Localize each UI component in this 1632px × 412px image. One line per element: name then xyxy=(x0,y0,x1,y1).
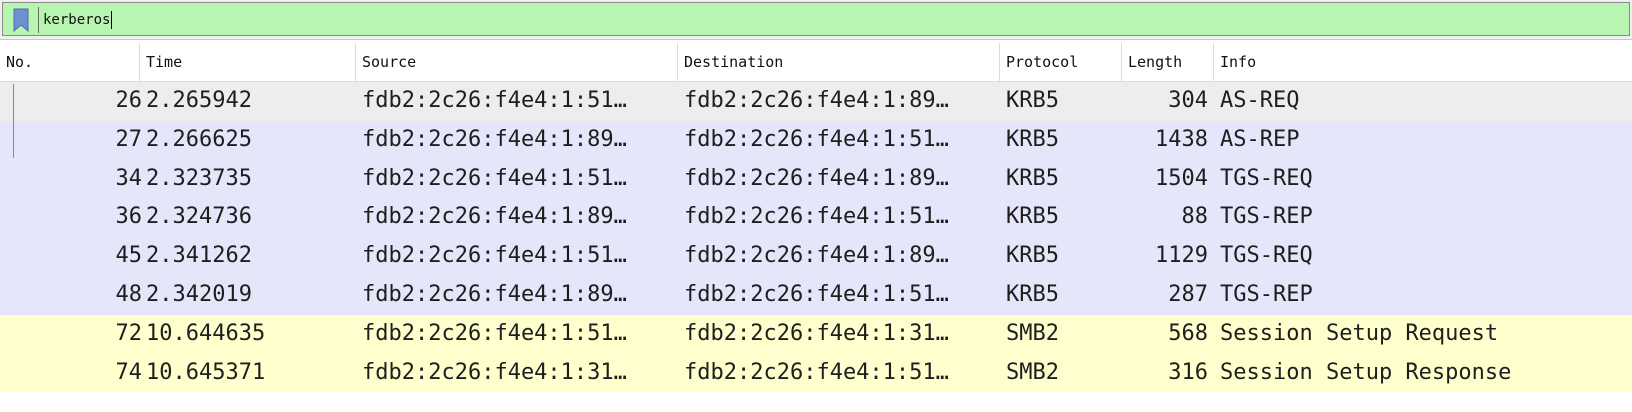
packet-protocol: KRB5 xyxy=(1006,88,1059,113)
packet-length: 1504 xyxy=(1155,165,1208,191)
display-filter-field[interactable]: kerberos xyxy=(2,2,1630,36)
packet-source: fdb2:2c26:f4e4:1:89… xyxy=(362,281,627,307)
packet-row[interactable]: 34 2.323735 fdb2:2c26:f4e4:1:51… fdb2:2c… xyxy=(0,159,1632,199)
packet-time: 2.323735 xyxy=(146,165,252,191)
packet-length: 1438 xyxy=(1155,126,1208,152)
packet-destination: fdb2:2c26:f4e4:1:51… xyxy=(684,126,949,152)
packet-number: 74 xyxy=(115,359,143,385)
column-header-info[interactable]: Info xyxy=(1214,43,1632,81)
packet-source: fdb2:2c26:f4e4:1:51… xyxy=(362,243,627,269)
packet-protocol: SMB2 xyxy=(1006,359,1059,385)
packet-info: AS-REQ xyxy=(1220,88,1300,113)
packet-list-header: No. Time Source Destination Protocol Len… xyxy=(0,43,1632,82)
display-filter-input[interactable]: kerberos xyxy=(43,8,113,32)
packet-source: fdb2:2c26:f4e4:1:51… xyxy=(362,88,627,113)
packet-source: fdb2:2c26:f4e4:1:31… xyxy=(362,359,627,385)
packet-length: 88 xyxy=(1181,204,1209,230)
packet-length: 1129 xyxy=(1155,243,1208,269)
packet-info: TGS-REP xyxy=(1220,281,1313,307)
packet-time: 2.266625 xyxy=(146,126,252,152)
text-caret xyxy=(111,11,113,29)
packet-destination: fdb2:2c26:f4e4:1:89… xyxy=(684,243,949,269)
packet-number: 34 xyxy=(115,165,143,191)
column-header-length[interactable]: Length xyxy=(1122,43,1214,81)
packet-destination: fdb2:2c26:f4e4:1:51… xyxy=(684,281,949,307)
wireshark-packet-list-window: kerberos No. Time Source Destination Pro… xyxy=(0,0,1632,412)
packet-destination: fdb2:2c26:f4e4:1:89… xyxy=(684,88,949,113)
packet-row[interactable]: 72 10.644635 fdb2:2c26:f4e4:1:51… fdb2:2… xyxy=(0,314,1632,354)
packet-row[interactable]: 26 2.265942 fdb2:2c26:f4e4:1:51… fdb2:2c… xyxy=(0,82,1632,121)
packet-length: 316 xyxy=(1168,359,1208,385)
packet-destination: fdb2:2c26:f4e4:1:51… xyxy=(684,204,949,230)
packet-protocol: KRB5 xyxy=(1006,165,1059,191)
column-header-time[interactable]: Time xyxy=(140,43,356,81)
packet-row[interactable]: 74 10.645371 fdb2:2c26:f4e4:1:31… fdb2:2… xyxy=(0,353,1632,393)
packet-row[interactable]: 48 2.342019 fdb2:2c26:f4e4:1:89… fdb2:2c… xyxy=(0,275,1632,315)
packet-number: 45 xyxy=(115,243,143,269)
packet-number: 72 xyxy=(115,320,143,346)
packet-number: 27 xyxy=(115,126,143,152)
column-header-protocol[interactable]: Protocol xyxy=(1000,43,1122,81)
packet-info: TGS-REQ xyxy=(1220,165,1313,191)
packet-number: 26 xyxy=(115,88,143,113)
packet-info: TGS-REP xyxy=(1220,204,1313,230)
packet-protocol: KRB5 xyxy=(1006,243,1059,269)
packet-time: 2.341262 xyxy=(146,243,252,269)
packet-info: Session Setup Response xyxy=(1220,359,1512,385)
packet-source: fdb2:2c26:f4e4:1:89… xyxy=(362,126,627,152)
packet-time: 10.645371 xyxy=(146,359,266,385)
packet-destination: fdb2:2c26:f4e4:1:31… xyxy=(684,320,949,346)
related-packet-indicator xyxy=(13,84,14,158)
packet-source: fdb2:2c26:f4e4:1:51… xyxy=(362,165,627,191)
packet-list: 26 2.265942 fdb2:2c26:f4e4:1:51… fdb2:2c… xyxy=(0,82,1632,393)
packet-info: AS-REP xyxy=(1220,126,1300,152)
packet-number: 36 xyxy=(115,204,143,230)
filter-bookmark-button[interactable] xyxy=(7,7,35,33)
display-filter-toolbar: kerberos xyxy=(0,0,1632,40)
bookmark-icon xyxy=(13,8,29,32)
packet-destination: fdb2:2c26:f4e4:1:51… xyxy=(684,359,949,385)
packet-row[interactable]: 45 2.341262 fdb2:2c26:f4e4:1:51… fdb2:2c… xyxy=(0,237,1632,276)
packet-protocol: SMB2 xyxy=(1006,320,1059,346)
packet-protocol: KRB5 xyxy=(1006,204,1059,230)
packet-row[interactable]: 36 2.324736 fdb2:2c26:f4e4:1:89… fdb2:2c… xyxy=(0,198,1632,238)
packet-length: 304 xyxy=(1168,88,1208,113)
packet-source: fdb2:2c26:f4e4:1:51… xyxy=(362,320,627,346)
packet-info: TGS-REQ xyxy=(1220,243,1313,269)
packet-number: 48 xyxy=(115,281,143,307)
column-header-source[interactable]: Source xyxy=(356,43,678,81)
display-filter-value: kerberos xyxy=(43,12,111,28)
packet-time: 2.324736 xyxy=(146,204,252,230)
packet-protocol: KRB5 xyxy=(1006,281,1059,307)
packet-length: 568 xyxy=(1168,320,1208,346)
column-header-destination[interactable]: Destination xyxy=(678,43,1000,81)
packet-time: 10.644635 xyxy=(146,320,266,346)
packet-info: Session Setup Request xyxy=(1220,320,1499,346)
filter-separator xyxy=(38,7,39,33)
packet-time: 2.342019 xyxy=(146,281,252,307)
packet-destination: fdb2:2c26:f4e4:1:89… xyxy=(684,165,949,191)
packet-length: 287 xyxy=(1168,281,1208,307)
column-header-no[interactable]: No. xyxy=(0,43,140,81)
packet-source: fdb2:2c26:f4e4:1:89… xyxy=(362,204,627,230)
packet-row[interactable]: 27 2.266625 fdb2:2c26:f4e4:1:89… fdb2:2c… xyxy=(0,120,1632,160)
packet-protocol: KRB5 xyxy=(1006,126,1059,152)
packet-time: 2.265942 xyxy=(146,88,252,113)
